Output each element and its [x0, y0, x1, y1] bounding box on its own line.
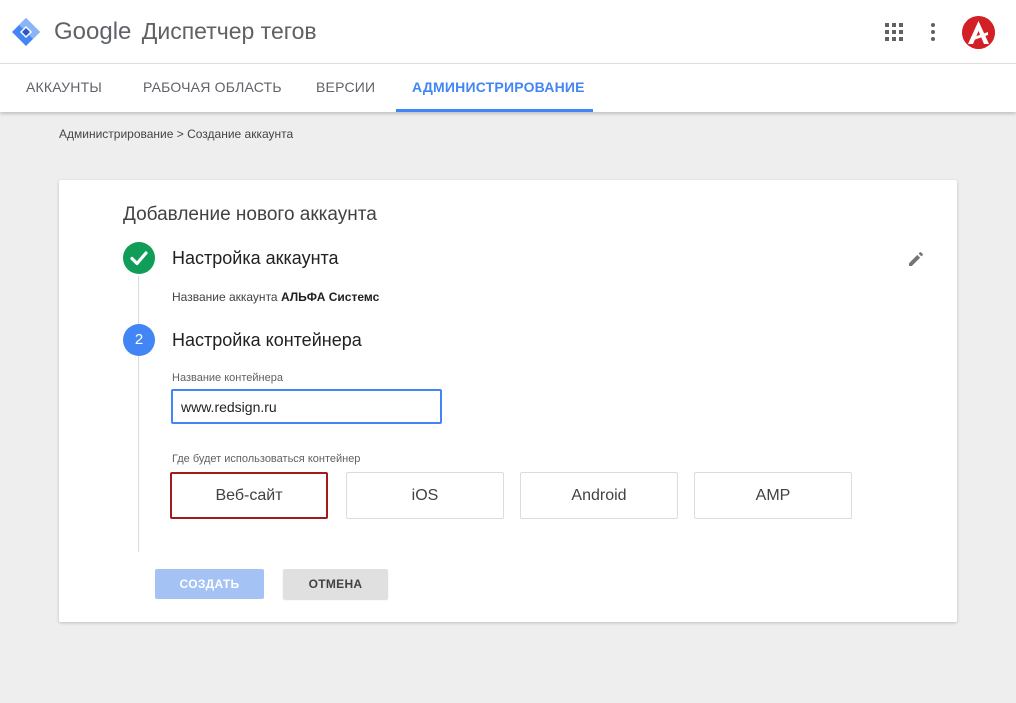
- tab-admin[interactable]: АДМИНИСТРИРОВАНИЕ: [412, 64, 585, 112]
- avatar[interactable]: [962, 16, 995, 49]
- top-app-bar: Google Диспетчер тегов: [0, 0, 1016, 64]
- cancel-button[interactable]: ОТМЕНА: [283, 569, 388, 599]
- gtm-diamond-icon[interactable]: [11, 17, 41, 47]
- create-account-card: Добавление нового аккаунта Настройка акк…: [59, 180, 957, 622]
- target-option-amp[interactable]: AMP: [694, 472, 852, 519]
- container-name-input[interactable]: [171, 389, 442, 424]
- target-option-web[interactable]: Веб-сайт: [170, 472, 328, 519]
- target-option-android[interactable]: Android: [520, 472, 678, 519]
- google-wordmark: Google: [54, 18, 132, 45]
- breadcrumb: Администрирование > Создание аккаунта: [59, 127, 294, 141]
- tab-accounts[interactable]: АККАУНТЫ: [26, 64, 102, 112]
- edit-pencil-icon[interactable]: [907, 250, 925, 268]
- card-title: Добавление нового аккаунта: [123, 204, 377, 225]
- step2-title: Настройка контейнера: [172, 330, 362, 350]
- account-name-value: АЛЬФА Системс: [280, 290, 380, 304]
- active-tab-indicator: [396, 109, 593, 112]
- nav-tabs: АККАУНТЫ РАБОЧАЯ ОБЛАСТЬ ВЕРСИИ АДМИНИСТ…: [0, 64, 1016, 112]
- product-title[interactable]: Google Диспетчер тегов: [54, 18, 317, 46]
- container-name-label: Название контейнера: [172, 372, 283, 384]
- stepper-line: [138, 276, 139, 552]
- account-name-summary: Название аккаунта АЛЬФА Системс: [172, 290, 379, 304]
- step2-number-badge: 2: [123, 324, 155, 356]
- account-name-label: Название аккаунта: [172, 290, 278, 304]
- target-option-ios[interactable]: iOS: [346, 472, 504, 519]
- product-name: Диспетчер тегов: [141, 18, 317, 44]
- more-vert-icon[interactable]: [926, 22, 940, 42]
- step1-title: Настройка аккаунта: [172, 248, 339, 268]
- apps-grid-icon[interactable]: [884, 22, 904, 42]
- step-complete-check-icon: [123, 242, 155, 274]
- tab-workspace[interactable]: РАБОЧАЯ ОБЛАСТЬ: [143, 64, 282, 112]
- container-usage-label: Где будет использоваться контейнер: [172, 453, 361, 465]
- tab-versions[interactable]: ВЕРСИИ: [316, 64, 375, 112]
- create-button[interactable]: СОЗДАТЬ: [155, 569, 264, 599]
